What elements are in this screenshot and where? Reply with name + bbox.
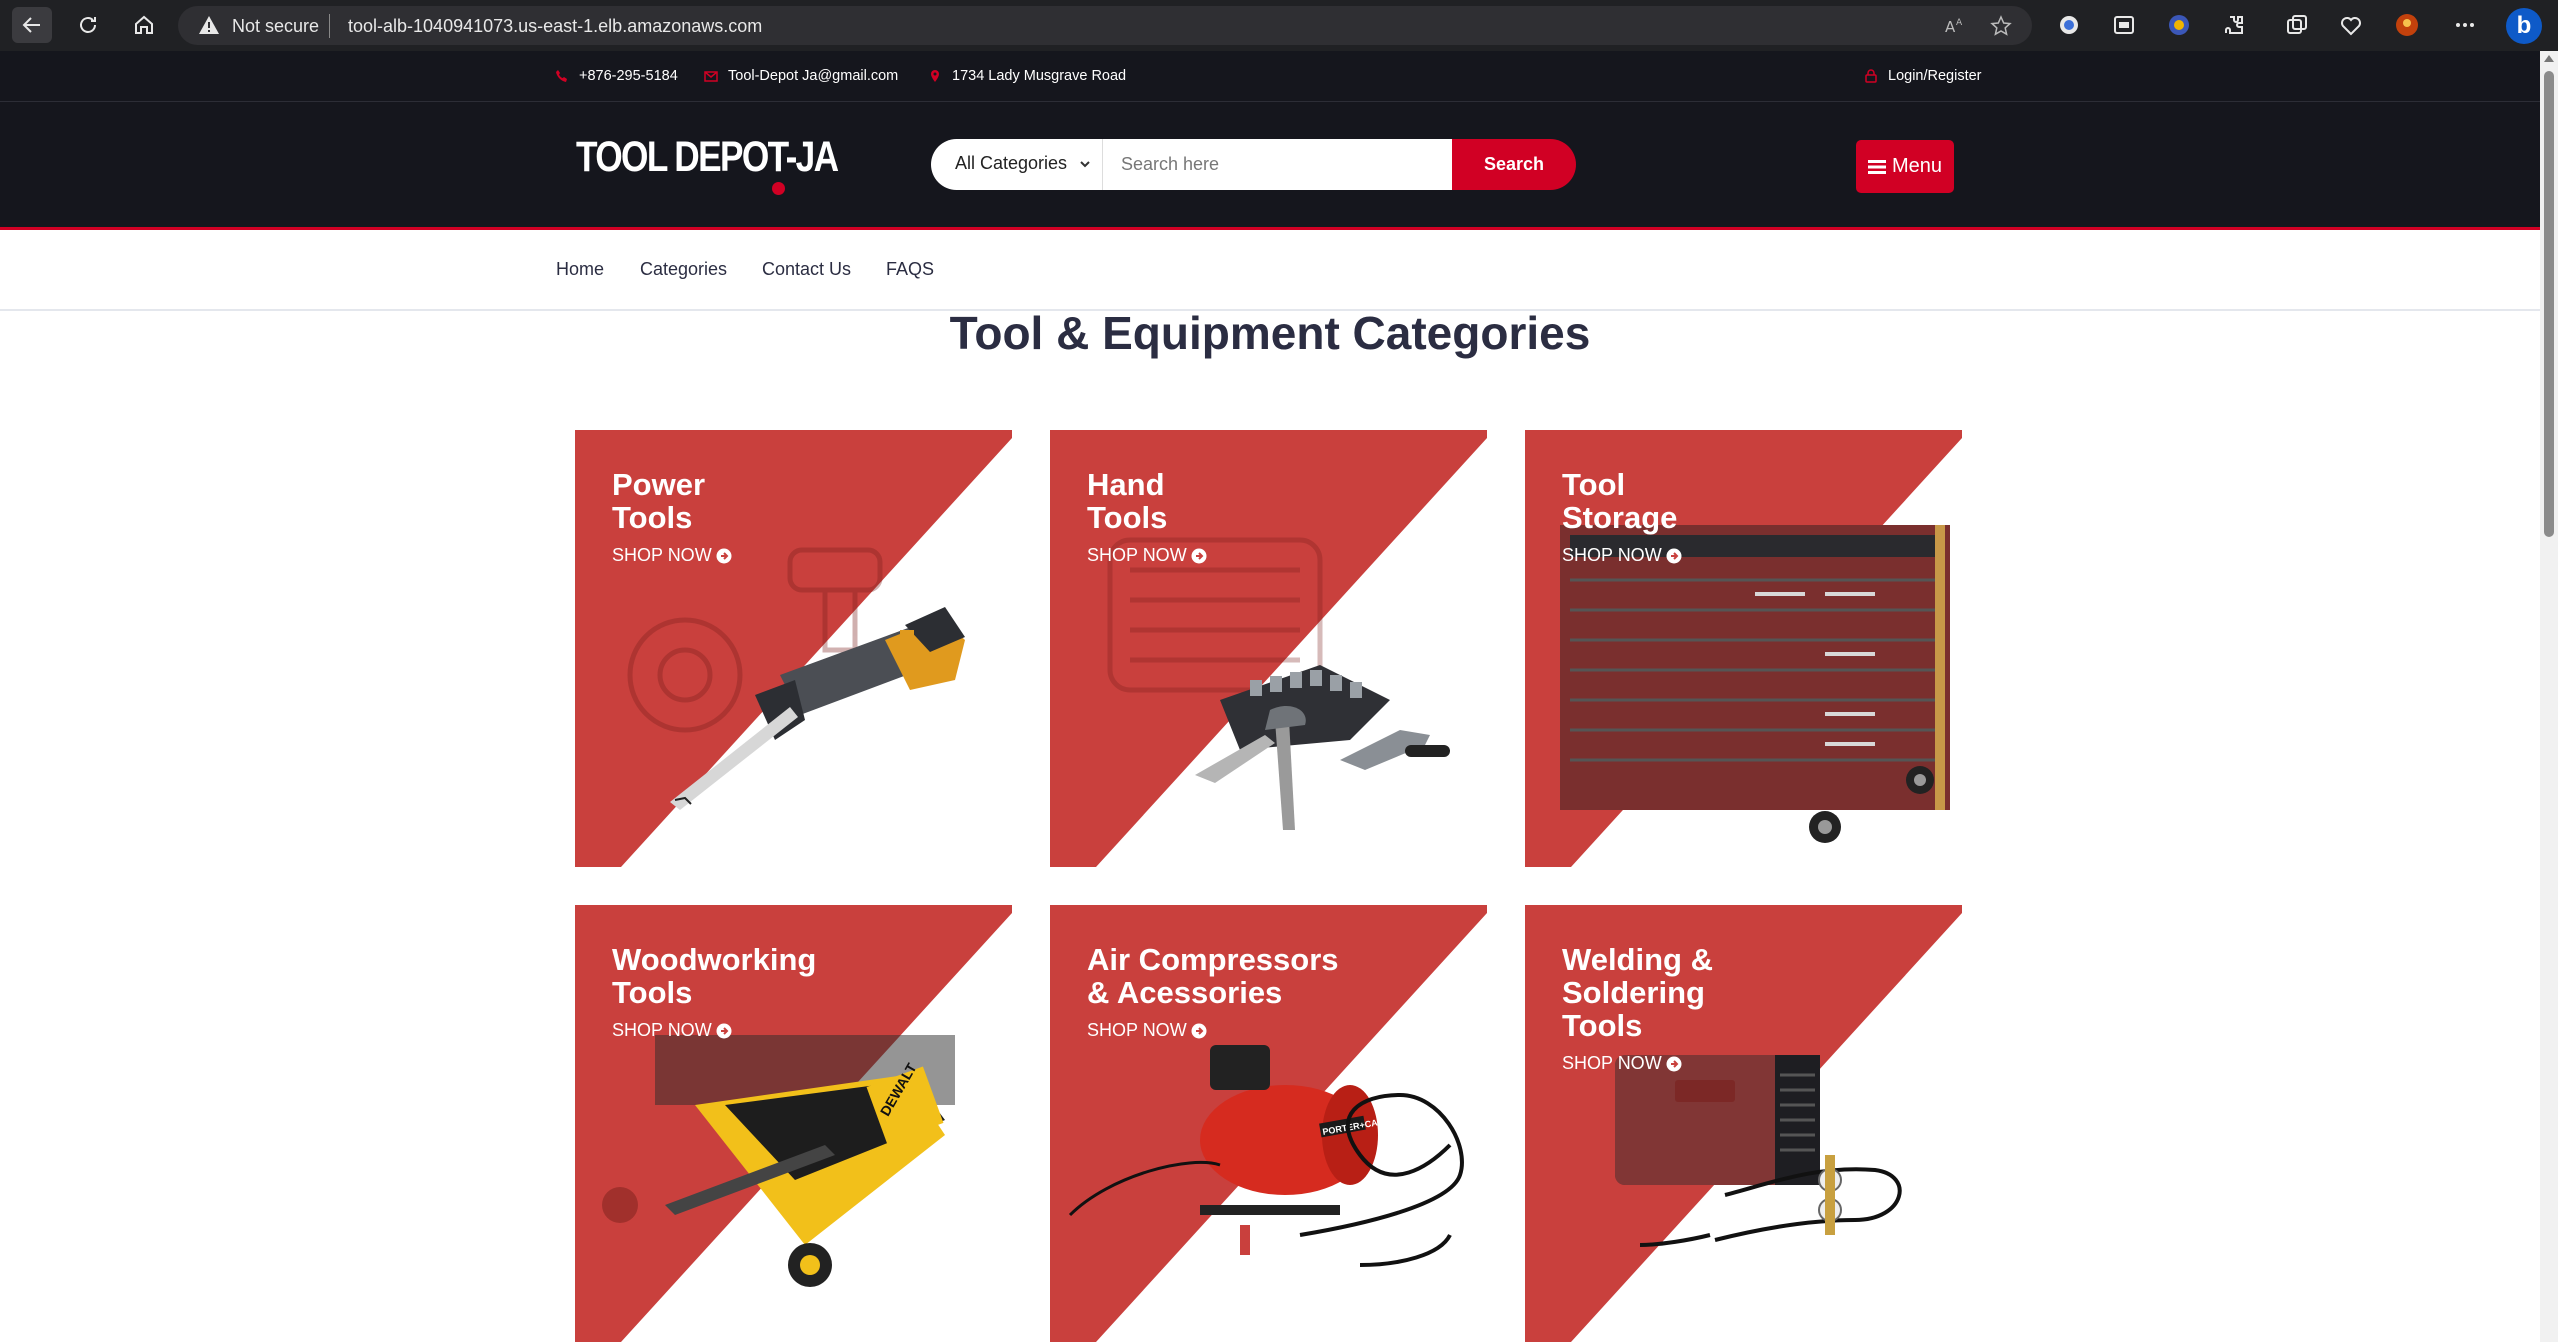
menu-button[interactable]: Menu — [1856, 140, 1954, 193]
shop-now-link[interactable]: SHOP NOW — [612, 545, 732, 566]
shield-extension-icon[interactable] — [2164, 10, 2194, 40]
home-button[interactable] — [124, 7, 164, 43]
logo-dot — [772, 182, 785, 195]
shop-now-label: SHOP NOW — [1562, 545, 1662, 565]
phone-contact[interactable]: +876-295-5184 — [555, 68, 678, 84]
category-select-value: All Categories — [955, 153, 1068, 173]
nav-contact-us[interactable]: Contact Us — [762, 259, 851, 280]
shop-now-label: SHOP NOW — [1562, 1053, 1662, 1073]
arrow-circle-right-icon — [716, 548, 732, 563]
email-contact[interactable]: Tool-Depot Ja@gmail.com — [704, 68, 898, 84]
puzzle-extensions-icon[interactable] — [2219, 10, 2249, 40]
nav-categories[interactable]: Categories — [640, 259, 727, 280]
home-icon — [135, 15, 153, 34]
extension-icon[interactable] — [2054, 10, 2084, 40]
email-text: Tool-Depot Ja@gmail.com — [728, 68, 899, 84]
arrow-circle-right-icon — [1666, 548, 1682, 563]
collections-icon[interactable] — [2282, 10, 2312, 40]
reading-view-icon[interactable] — [2109, 10, 2139, 40]
category-card-woodworking-tools[interactable]: DEWALT Woodworking Tools SHOP NOW — [575, 905, 1012, 1342]
more-options-icon[interactable] — [2450, 10, 2480, 40]
category-title: Welding & Soldering Tools — [1562, 942, 1713, 1043]
category-card-welding-soldering[interactable]: Welding & Soldering Tools SHOP NOW — [1525, 905, 1962, 1342]
arrow-circle-right-icon — [1191, 1023, 1207, 1038]
shop-now-label: SHOP NOW — [612, 545, 712, 565]
nav-home[interactable]: Home — [556, 259, 604, 280]
arrow-circle-right-icon — [1191, 548, 1207, 563]
category-title: Power Tools — [612, 467, 706, 535]
top-info-bar: +876-295-5184 Tool-Depot Ja@gmail.com 17… — [0, 51, 2540, 102]
shop-now-link[interactable]: SHOP NOW — [1562, 1053, 1682, 1074]
favorite-star-icon[interactable] — [1988, 13, 2014, 39]
shop-now-link[interactable]: SHOP NOW — [612, 1020, 732, 1041]
category-title: Woodworking Tools — [612, 942, 817, 1010]
arrow-circle-right-icon — [1666, 1056, 1682, 1071]
store-address[interactable]: 1734 Lady Musgrave Road — [928, 68, 1126, 84]
arrow-circle-right-icon — [716, 1023, 732, 1038]
page-title: Tool & Equipment Categories — [949, 307, 1591, 359]
address-divider — [329, 14, 330, 38]
shop-now-label: SHOP NOW — [1087, 545, 1187, 565]
page-scrollbar[interactable] — [2540, 51, 2558, 1342]
user-lock-icon — [1865, 69, 1877, 83]
svg-text:A: A — [1956, 18, 1963, 28]
scroll-thumb[interactable] — [2544, 71, 2554, 537]
bing-icon[interactable]: b — [2506, 8, 2542, 44]
category-card-power-tools[interactable]: Power Tools SHOP NOW — [575, 430, 1012, 867]
search-button[interactable]: Search — [1452, 139, 1576, 190]
reload-button[interactable] — [68, 7, 108, 43]
chevron-down-icon — [1080, 161, 1090, 168]
category-title: Air Compressors & Acessories — [1087, 942, 1339, 1010]
category-card-tool-storage[interactable]: Tool Storage SHOP NOW — [1525, 430, 1962, 867]
category-title: Hand Tools — [1087, 467, 1168, 535]
url-text[interactable]: tool-alb-1040941073.us-east-1.elb.amazon… — [348, 16, 762, 37]
address-bar[interactable]: Not secure tool-alb-1040941073.us-east-1… — [178, 6, 2032, 45]
login-register-link[interactable]: Login/Register — [1864, 68, 1982, 84]
phone-icon — [556, 70, 567, 82]
site-logo[interactable]: TOOL DEPOT-JA — [576, 133, 839, 182]
profile-avatar[interactable] — [2392, 10, 2422, 40]
main-navigation: Home Categories Contact Us FAQS — [0, 233, 2540, 311]
shop-now-label: SHOP NOW — [1087, 1020, 1187, 1040]
search-input[interactable] — [1103, 139, 1452, 190]
hamburger-icon — [1867, 159, 1886, 174]
menu-label: Menu — [1891, 155, 1943, 177]
category-card-hand-tools[interactable]: Hand Tools SHOP NOW — [1050, 430, 1487, 867]
warning-icon — [198, 15, 220, 35]
shop-now-link[interactable]: SHOP NOW — [1087, 1020, 1207, 1041]
login-text: Login/Register — [1888, 68, 1982, 84]
category-select[interactable]: All Categories — [931, 139, 1103, 190]
address-text: 1734 Lady Musgrave Road — [952, 68, 1127, 84]
back-button[interactable] — [12, 7, 52, 43]
search-form: All Categories Search — [931, 139, 1576, 190]
phone-text: +876-295-5184 — [579, 68, 678, 84]
reload-icon — [80, 17, 96, 33]
read-aloud-icon[interactable]: AA — [1942, 13, 1968, 39]
shop-now-link[interactable]: SHOP NOW — [1562, 545, 1682, 566]
nav-faqs[interactable]: FAQS — [886, 259, 934, 280]
category-title: Tool Storage — [1562, 467, 1678, 535]
security-label[interactable]: Not secure — [232, 16, 319, 37]
category-card-air-compressors[interactable]: PORTER+CABLE Air Compressors & Acessorie… — [1050, 905, 1487, 1342]
svg-text:A: A — [1945, 18, 1956, 36]
scroll-up-arrow-icon[interactable] — [2544, 55, 2554, 62]
back-icon — [22, 17, 40, 33]
shop-now-label: SHOP NOW — [612, 1020, 712, 1040]
envelope-icon — [704, 71, 718, 82]
site-header: TOOL DEPOT-JA All Categories Search Menu — [0, 102, 2540, 230]
browser-essentials-icon[interactable] — [2336, 10, 2366, 40]
map-marker-icon — [931, 70, 939, 82]
browser-toolbar: Not secure tool-alb-1040941073.us-east-1… — [0, 0, 2558, 51]
shop-now-link[interactable]: SHOP NOW — [1087, 545, 1207, 566]
